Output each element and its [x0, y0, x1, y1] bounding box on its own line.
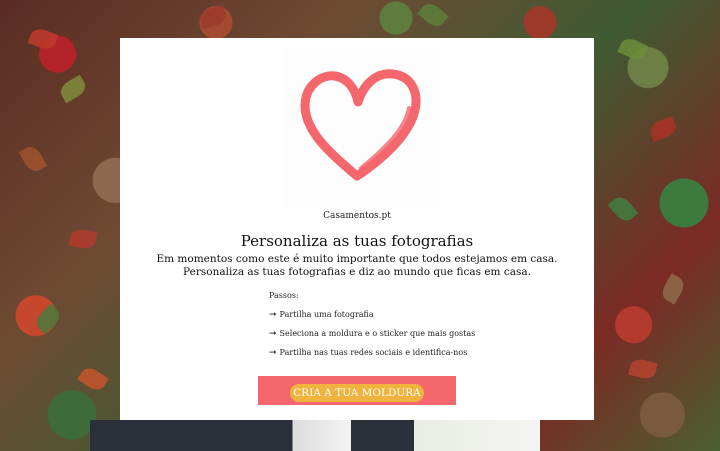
arrow-right-icon: ➞ [269, 310, 277, 320]
steps-heading: Passos: [269, 291, 299, 300]
leaf-decoration [68, 227, 98, 251]
leaf-decoration [647, 116, 679, 142]
step-text: Partilha nas tuas redes sociais e identi… [279, 348, 468, 357]
leaf-decoration [77, 364, 109, 394]
heart-illustration [283, 48, 433, 208]
steps-list: Passos: ➞ Partilha uma fotografia ➞ Seleci… [269, 291, 475, 367]
heart-icon [300, 69, 421, 181]
step-item: ➞ Partilha uma fotografia [269, 310, 475, 320]
leaf-decoration [417, 0, 449, 31]
step-text: Seleciona a moldura e o sticker que mais… [279, 329, 476, 338]
step-item: ➞ Seleciona a moldura e o sticker que mai… [269, 329, 475, 339]
promo-card: Casamentos.pt Personaliza as tuas fotogr… [120, 38, 594, 420]
leaf-decoration [57, 74, 89, 104]
leaf-decoration [617, 35, 649, 63]
step-item: ➞ Partilha nas tuas redes sociais e ident… [269, 348, 475, 358]
description-text: Em momentos como este é muito importante… [156, 253, 558, 278]
leaf-decoration [658, 273, 688, 305]
create-frame-button[interactable]: CRIA A TUA MOLDURA [258, 376, 456, 405]
brand-name: Casamentos.pt [323, 211, 391, 221]
leaf-decoration [198, 4, 228, 30]
leaf-decoration [32, 303, 64, 335]
arrow-right-icon: ➞ [269, 329, 277, 339]
leaf-decoration [27, 26, 59, 52]
leaf-decoration [18, 143, 48, 175]
step-text: Partilha uma fotografia [279, 310, 374, 319]
leaf-decoration [628, 356, 658, 382]
couple-photo-bottom [90, 420, 540, 451]
leaf-decoration [607, 193, 639, 225]
arrow-right-icon: ➞ [269, 348, 277, 358]
create-frame-button-label: CRIA A TUA MOLDURA [290, 384, 424, 402]
page-title: Personaliza as tuas fotografias [240, 232, 474, 250]
